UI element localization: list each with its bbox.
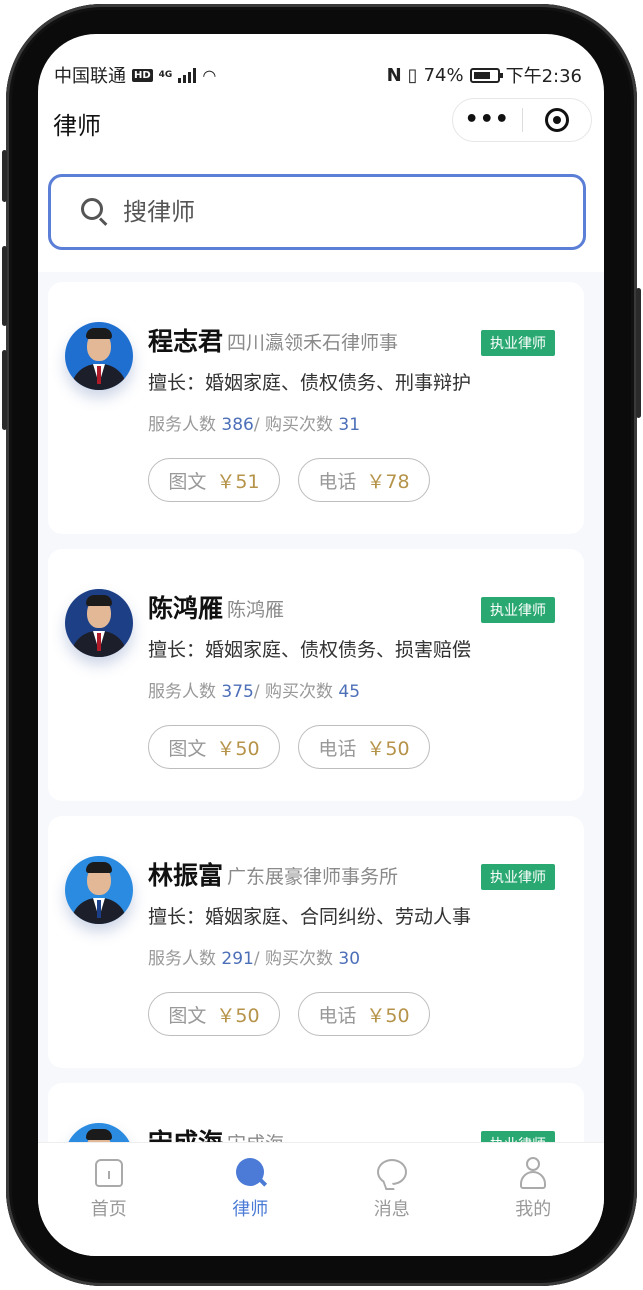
search-input[interactable] [123, 198, 523, 226]
battery-icon [469, 67, 503, 83]
tab-label: 我的 [515, 1199, 552, 1220]
tab-profile[interactable]: 我的 [463, 1143, 605, 1256]
tab-label: 律师 [232, 1199, 269, 1220]
service-stats: 服务人数 375/ 购买次数 45 [148, 677, 360, 702]
purchases-count: 31 [338, 415, 361, 435]
carrier-label: 中国联通 [54, 66, 126, 87]
phone-consult-label: 电话 [318, 737, 357, 760]
purchases-label: / 购买次数 [253, 949, 333, 969]
avatar [65, 856, 133, 924]
phone-consult-button[interactable]: 电话 ￥78 [298, 458, 430, 502]
tab-messages[interactable]: 消息 [321, 1143, 463, 1256]
text-consult-price: ￥51 [216, 470, 260, 493]
purchases-count: 30 [338, 949, 361, 969]
text-consult-price: ￥50 [216, 1004, 260, 1027]
tab-label: 首页 [90, 1199, 127, 1220]
tab-home[interactable]: 首页 [38, 1143, 180, 1256]
home-icon [91, 1155, 127, 1191]
phone-consult-label: 电话 [318, 470, 357, 493]
phone-consult-price: ￥78 [366, 470, 410, 493]
target-icon [544, 108, 569, 132]
served-count: 291 [221, 949, 254, 969]
text-consult-price: ￥50 [216, 737, 260, 760]
specialty: 擅长：婚姻家庭、债权债务、损害赔偿 [148, 639, 472, 661]
service-stats: 服务人数 386/ 购买次数 31 [148, 410, 360, 435]
purchases-label: / 购买次数 [253, 682, 333, 702]
lawyer-name: 陈鸿雁 [148, 594, 224, 623]
service-stats: 服务人数 291/ 购买次数 30 [148, 944, 360, 969]
hd-badge: HD [132, 68, 153, 82]
phone-consult-price: ￥50 [366, 737, 410, 760]
text-consult-button[interactable]: 图文 ￥51 [148, 458, 280, 502]
tab-label: 消息 [373, 1199, 410, 1220]
licensed-badge: 执业律师 [481, 1131, 555, 1142]
licensed-badge: 执业律师 [481, 330, 555, 356]
volume-down-button [2, 350, 7, 430]
phone-screen: 中国联通 HD 4G ◠ N ▯ 74% 下午2:36 律师 ••• 搜律师 程… [38, 34, 604, 1256]
text-consult-label: 图文 [168, 1004, 207, 1027]
avatar [65, 322, 133, 390]
wifi-icon: ◠ [202, 65, 217, 85]
licensed-badge: 执业律师 [481, 597, 555, 623]
served-count: 386 [221, 415, 254, 435]
tab-bar: 首页 律师 消息 我的 [38, 1142, 604, 1256]
miniprogram-capsule: ••• [452, 98, 592, 142]
search-bar[interactable] [48, 174, 586, 250]
status-bar: 中国联通 HD 4G ◠ N ▯ 74% 下午2:36 [38, 34, 604, 98]
served-count: 375 [221, 682, 254, 702]
close-miniprogram-button[interactable] [523, 108, 592, 132]
specialty: 擅长：婚姻家庭、债权债务、刑事辩护 [148, 372, 472, 394]
more-button[interactable]: ••• [453, 98, 522, 142]
power-button [636, 288, 641, 418]
tab-lawyer[interactable]: 律师 [180, 1143, 322, 1256]
specialty: 擅长：婚姻家庭、合同纠纷、劳动人事 [148, 906, 472, 928]
vibrate-icon: ▯ [407, 64, 418, 86]
avatar [65, 589, 133, 657]
purchases-count: 45 [338, 682, 361, 702]
lawyer-name: 林振富 [148, 861, 224, 890]
phone-consult-button[interactable]: 电话 ￥50 [298, 992, 430, 1036]
purchases-label: / 购买次数 [253, 415, 333, 435]
nfc-icon: N [386, 64, 402, 86]
lawyer-search-icon [232, 1155, 268, 1191]
phone-consult-price: ￥50 [366, 1004, 410, 1027]
lawyer-name: 宋成海 [148, 1123, 223, 1142]
lawyer-list[interactable]: 程志君 四川瀛领禾石律师事 执业律师 擅长：婚姻家庭、债权债务、刑事辩护 服务人… [38, 272, 604, 1142]
served-label: 服务人数 [148, 415, 216, 435]
signal-icon [178, 67, 197, 83]
lawyer-name: 程志君 [148, 327, 224, 356]
licensed-badge: 执业律师 [481, 864, 555, 890]
network-label: 4G [158, 70, 173, 80]
lawyer-card[interactable]: 林振富 广东展豪律师事务所 执业律师 擅长：婚姻家庭、合同纠纷、劳动人事 服务人… [48, 816, 584, 1068]
message-icon [374, 1155, 410, 1191]
lawyer-card[interactable]: 宋成海 宋成海 执业律师 [48, 1083, 584, 1142]
nav-bar: 律师 ••• [38, 98, 604, 166]
mute-switch [2, 150, 7, 202]
law-firm: 四川瀛领禾石律师事 [227, 332, 399, 354]
text-consult-button[interactable]: 图文 ￥50 [148, 992, 280, 1036]
avatar [65, 1123, 133, 1142]
served-label: 服务人数 [148, 949, 216, 969]
served-label: 服务人数 [148, 682, 216, 702]
lawyer-card[interactable]: 陈鸿雁 陈鸿雁 执业律师 擅长：婚姻家庭、债权债务、损害赔偿 服务人数 375/… [48, 549, 584, 801]
text-consult-label: 图文 [168, 737, 207, 760]
lawyer-card[interactable]: 程志君 四川瀛领禾石律师事 执业律师 擅长：婚姻家庭、债权债务、刑事辩护 服务人… [48, 282, 584, 534]
law-firm: 广东展豪律师事务所 [227, 866, 399, 888]
law-firm: 陈鸿雁 [227, 599, 285, 621]
text-consult-button[interactable]: 图文 ￥50 [148, 725, 280, 769]
phone-consult-button[interactable]: 电话 ￥50 [298, 725, 430, 769]
text-consult-label: 图文 [168, 470, 207, 493]
clock: 下午2:36 [505, 66, 582, 87]
search-icon [81, 198, 109, 226]
law-firm: 宋成海 [227, 1129, 284, 1142]
profile-icon [515, 1155, 551, 1191]
volume-up-button [2, 246, 7, 326]
phone-consult-label: 电话 [318, 1004, 357, 1027]
page-title: 律师 [53, 112, 101, 140]
battery-percent: 74% [423, 64, 464, 86]
